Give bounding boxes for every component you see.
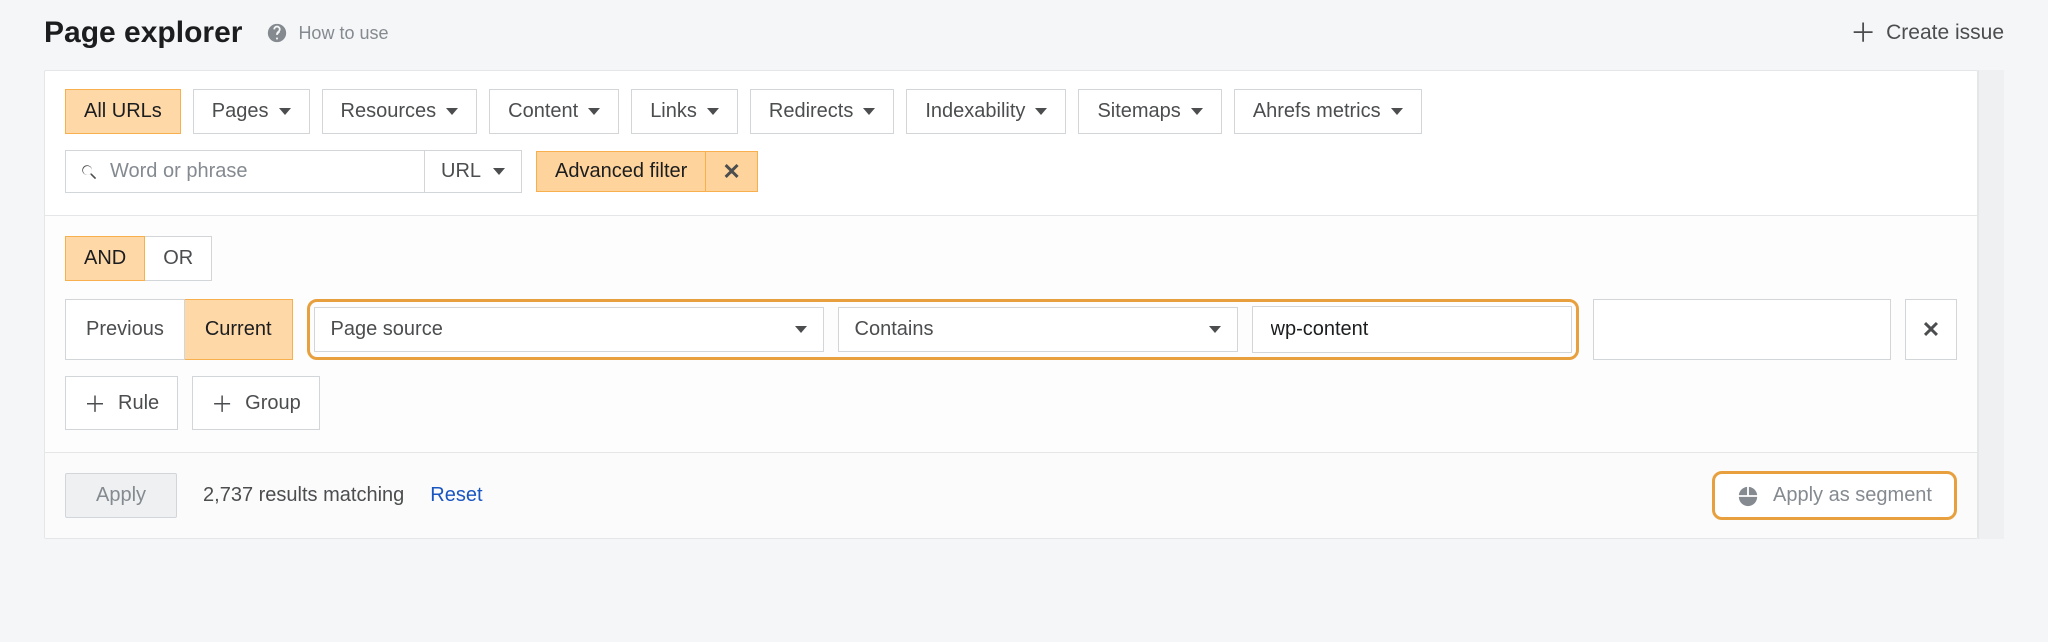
delete-rule-button[interactable]: ✕ xyxy=(1905,299,1957,360)
tab-all-urls[interactable]: All URLs xyxy=(65,89,181,134)
search-input-group[interactable] xyxy=(65,150,425,193)
plus-icon: ＋ xyxy=(84,387,106,419)
rule-field-select[interactable]: Page source xyxy=(314,307,824,352)
caret-down-icon xyxy=(707,108,719,115)
question-circle-icon xyxy=(266,22,288,44)
caret-down-icon xyxy=(493,168,505,175)
logic-or-toggle[interactable]: OR xyxy=(145,236,212,281)
rule-value-input-wrap[interactable] xyxy=(1252,306,1572,353)
caret-down-icon xyxy=(446,108,458,115)
tab-resources[interactable]: Resources xyxy=(322,89,478,134)
scrollbar-gutter xyxy=(1978,70,2004,539)
close-icon: ✕ xyxy=(1922,319,1940,341)
add-rule-button[interactable]: ＋ Rule xyxy=(65,376,178,430)
add-group-button[interactable]: ＋ Group xyxy=(192,376,320,430)
rule-row-trail xyxy=(1593,299,1891,360)
caret-down-icon xyxy=(588,108,600,115)
crawl-previous-toggle[interactable]: Previous xyxy=(65,299,185,360)
rule-operator-select[interactable]: Contains xyxy=(838,307,1238,352)
tab-pages[interactable]: Pages xyxy=(193,89,310,134)
caret-down-icon xyxy=(795,326,807,333)
highlighted-rule-inputs: Page source Contains xyxy=(307,299,1579,360)
caret-down-icon xyxy=(863,108,875,115)
search-scope-select[interactable]: URL xyxy=(425,150,522,193)
tab-indexability[interactable]: Indexability xyxy=(906,89,1066,134)
tab-content[interactable]: Content xyxy=(489,89,619,134)
page-title: Page explorer xyxy=(44,16,242,50)
caret-down-icon xyxy=(1209,326,1221,333)
caret-down-icon xyxy=(279,108,291,115)
rule-value-input[interactable] xyxy=(1269,317,1555,342)
create-issue-label: Create issue xyxy=(1886,21,2004,45)
reset-link[interactable]: Reset xyxy=(430,484,482,507)
caret-down-icon xyxy=(1035,108,1047,115)
close-icon: ✕ xyxy=(722,161,740,183)
logic-and-toggle[interactable]: AND xyxy=(65,236,145,281)
filter-panel: All URLs Pages Resources Content Links R… xyxy=(44,70,1978,539)
search-icon xyxy=(80,163,98,181)
crawl-current-toggle[interactable]: Current xyxy=(185,299,293,360)
advanced-filter-chip[interactable]: Advanced filter xyxy=(536,151,706,192)
pie-chart-icon xyxy=(1737,485,1759,507)
apply-as-segment-button[interactable]: Apply as segment xyxy=(1712,471,1957,520)
tab-links[interactable]: Links xyxy=(631,89,738,134)
apply-button[interactable]: Apply xyxy=(65,473,177,518)
tab-sitemaps[interactable]: Sitemaps xyxy=(1078,89,1221,134)
caret-down-icon xyxy=(1391,108,1403,115)
plus-icon: ＋ xyxy=(211,387,233,419)
caret-down-icon xyxy=(1191,108,1203,115)
how-to-use-label: How to use xyxy=(298,23,388,44)
search-input[interactable] xyxy=(108,159,410,184)
tab-ahrefs-metrics[interactable]: Ahrefs metrics xyxy=(1234,89,1422,134)
tab-redirects[interactable]: Redirects xyxy=(750,89,894,134)
how-to-use-link[interactable]: How to use xyxy=(266,22,388,44)
results-count: 2,737 results matching xyxy=(203,484,404,507)
advanced-filter-remove[interactable]: ✕ xyxy=(706,151,757,192)
create-issue-button[interactable]: ＋ Create issue xyxy=(1850,21,2004,45)
